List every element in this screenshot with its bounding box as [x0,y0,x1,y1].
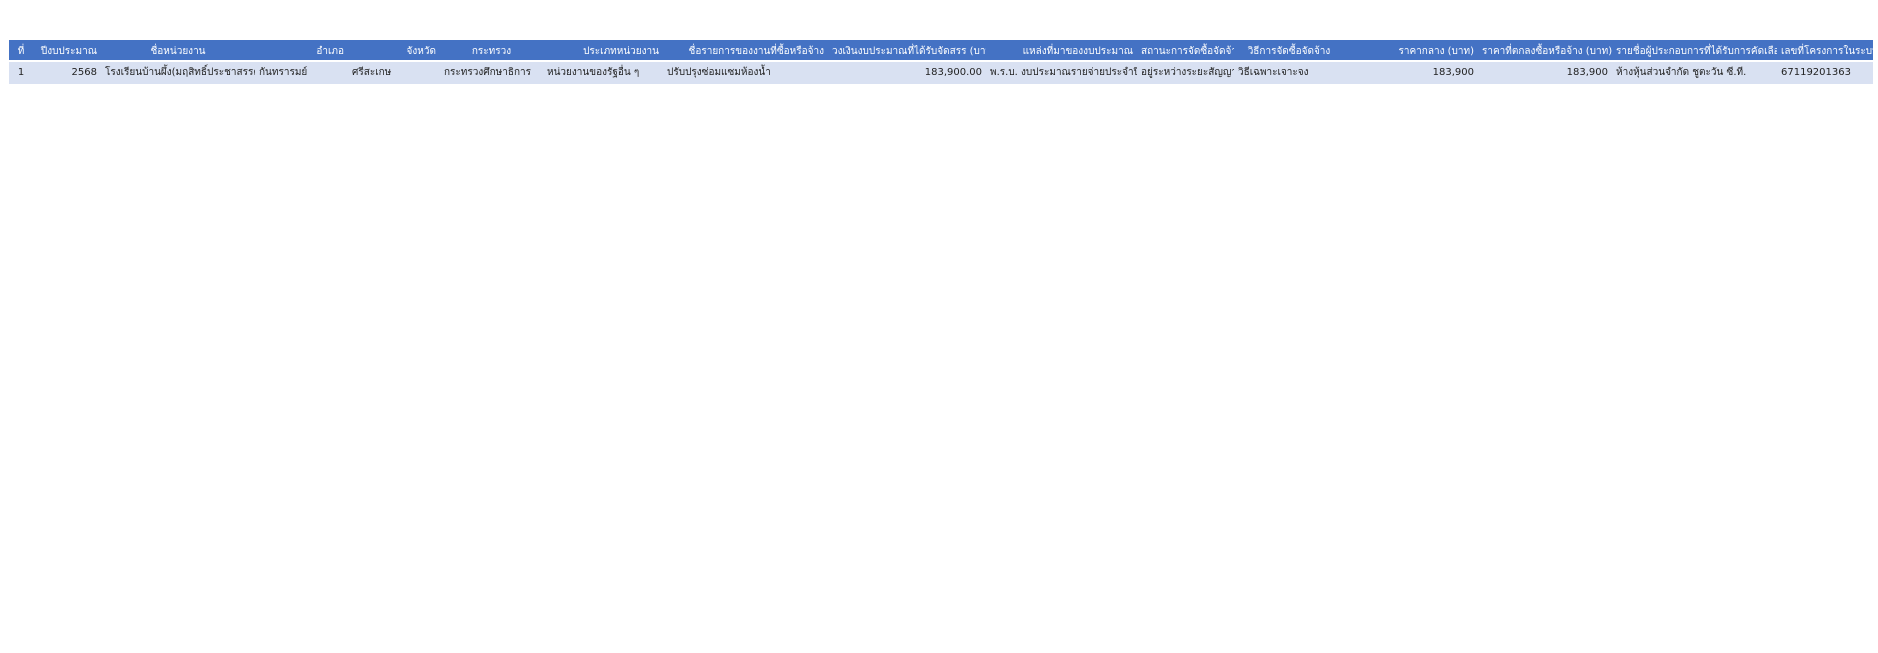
cell-budget-source[interactable]: พ.ร.บ. งบประมาณรายจ่ายประจำปี 25 [986,62,1137,84]
cell-status[interactable]: อยู่ระหว่างระยะสัญญา [1137,62,1234,84]
header-cell-fiscal-year[interactable]: ปีงบประมาณ [33,40,101,60]
cell-budget[interactable]: 183,900.00 [828,62,986,84]
header-row: ที่ ปีงบประมาณ ชื่อหน่วยงาน อำเภอ จังหวั… [9,40,1873,60]
header-cell-method[interactable]: วิธีการจัดซื้อจัดจ้าง [1234,40,1344,60]
cell-ministry[interactable]: กระทรวงศึกษาธิการ [440,62,543,84]
cell-item-name[interactable]: ปรับปรุงซ่อมแซมห้องน้ำ [663,62,828,84]
cell-egp-number[interactable]: 67119201363 [1777,62,1873,84]
cell-agency-type[interactable]: หน่วยงานของรัฐอื่น ๆ [543,62,663,84]
cell-selected-vendor[interactable]: ห้างหุ้นส่วนจำกัด ชูตะวัน ซี.ที. [1612,62,1777,84]
cell-agency-name[interactable]: โรงเรียนบ้านผึ้ง(มฤสิทธิ์ประชาสรรค์) [101,62,255,84]
header-cell-ministry[interactable]: กระทรวง [440,40,543,60]
header-cell-agency-name[interactable]: ชื่อหน่วยงาน [101,40,255,60]
cell-median-price[interactable]: 183,900 [1344,62,1478,84]
header-cell-province[interactable]: จังหวัด [348,40,440,60]
header-cell-budget[interactable]: วงเงินงบประมาณที่ได้รับจัดสรร (บาท) [828,40,986,60]
header-cell-budget-source[interactable]: แหล่งที่มาของงบประมาณ [986,40,1137,60]
header-cell-status[interactable]: สถานะการจัดซื้อจัดจ้าง [1137,40,1234,60]
header-cell-agreed-price[interactable]: ราคาที่ตกลงซื้อหรือจ้าง (บาท) [1478,40,1612,60]
header-cell-agency-type[interactable]: ประเภทหน่วยงาน [543,40,663,60]
header-cell-egp-number[interactable]: เลขที่โครงการในระบบ e-GP [1777,40,1873,60]
cell-no[interactable]: 1 [9,62,33,84]
table-row: 1 2568 โรงเรียนบ้านผึ้ง(มฤสิทธิ์ประชาสรร… [9,62,1873,84]
cell-agreed-price[interactable]: 183,900 [1478,62,1612,84]
header-cell-item-name[interactable]: ชื่อรายการของงานที่ซื้อหรือจ้าง [663,40,828,60]
header-cell-district[interactable]: อำเภอ [255,40,348,60]
spreadsheet: ที่ ปีงบประมาณ ชื่อหน่วยงาน อำเภอ จังหวั… [9,40,1873,84]
cell-fiscal-year[interactable]: 2568 [33,62,101,84]
header-cell-selected-vendor[interactable]: รายชื่อผู้ประกอบการที่ได้รับการคัดเลือก [1612,40,1777,60]
cell-province[interactable]: ศรีสะเกษ [348,62,440,84]
header-cell-median-price[interactable]: ราคากลาง (บาท) [1344,40,1478,60]
procurement-table: ที่ ปีงบประมาณ ชื่อหน่วยงาน อำเภอ จังหวั… [9,40,1873,84]
cell-district[interactable]: กันทรารมย์ [255,62,348,84]
cell-method[interactable]: วิธีเฉพาะเจาะจง [1234,62,1344,84]
header-cell-no[interactable]: ที่ [9,40,33,60]
